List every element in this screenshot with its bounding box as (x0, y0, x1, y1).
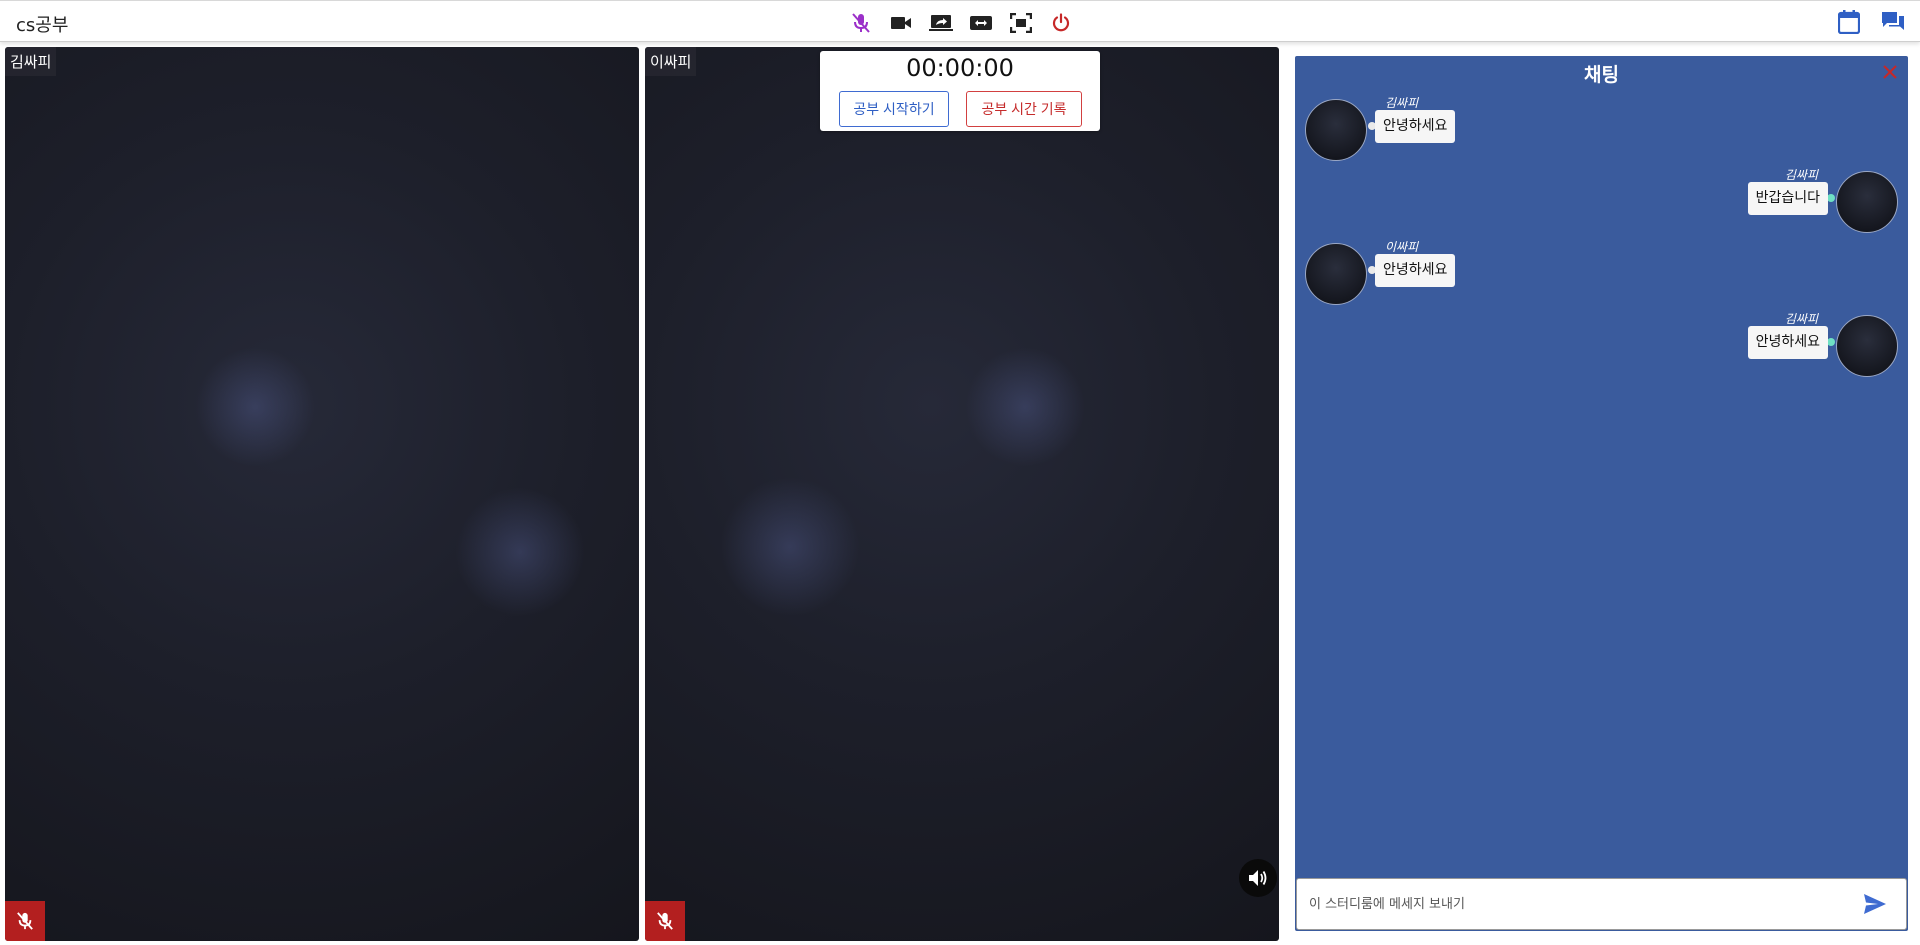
right-tools (1836, 9, 1906, 35)
muted-badge (5, 901, 45, 941)
participant-name: 이싸피 (645, 47, 697, 76)
fullscreen-icon (1009, 13, 1032, 33)
calendar-button[interactable] (1836, 9, 1862, 35)
camera-toggle-button[interactable] (888, 11, 913, 35)
chat-message: 김싸피 반갑습니다 (1598, 166, 1898, 233)
volume-icon (1249, 870, 1267, 886)
volume-button[interactable] (1239, 859, 1277, 897)
screen-share-button[interactable] (928, 11, 953, 35)
chat-panel: 채팅 김싸피 안녕하세요 김싸피 반갑습니다 이싸피 안녕하세요 김싸피 안녕하… (1295, 56, 1908, 931)
mic-toggle-button[interactable] (848, 11, 873, 35)
message-bubble: 반갑습니다 (1747, 182, 1828, 215)
video-light-blob (455, 487, 585, 617)
message-bubble: 안녕하세요 (1747, 326, 1828, 359)
muted-badge (645, 901, 685, 941)
screen-share-icon (928, 15, 953, 31)
send-message-button[interactable] (1862, 892, 1888, 916)
message-pointer (1827, 338, 1835, 346)
room-title: cs공부 (16, 15, 69, 36)
media-toolbar (848, 11, 1073, 35)
message-bubble: 안녕하세요 (1375, 110, 1456, 143)
message-sender: 김싸피 (1784, 312, 1818, 326)
switch-camera-icon (969, 16, 992, 30)
video-tile-1: 김싸피 (5, 47, 639, 941)
chat-icon (1882, 12, 1904, 30)
video-camera-icon (890, 17, 911, 29)
mic-off-icon (851, 13, 870, 33)
send-icon (1864, 894, 1886, 914)
mic-off-icon (657, 912, 673, 930)
chat-input-container (1296, 878, 1907, 930)
calendar-icon (1838, 10, 1860, 34)
message-sender: 김싸피 (1385, 96, 1419, 110)
mic-off-icon (17, 912, 33, 930)
participant-name: 김싸피 (5, 47, 57, 76)
close-icon (1883, 65, 1897, 79)
chat-message-input[interactable] (1309, 879, 1849, 929)
chat-close-button[interactable] (1880, 62, 1900, 82)
video-light-blob (195, 347, 315, 467)
message-sender: 김싸피 (1784, 168, 1818, 182)
message-bubble: 안녕하세요 (1375, 254, 1456, 287)
record-study-time-button[interactable]: 공부 시간 기록 (966, 91, 1082, 127)
avatar (1836, 315, 1898, 377)
message-sender: 이싸피 (1385, 240, 1419, 254)
chat-message: 김싸피 안녕하세요 (1305, 94, 1605, 161)
switch-camera-button[interactable] (968, 11, 993, 35)
message-pointer (1827, 194, 1835, 202)
leave-room-button[interactable] (1048, 11, 1073, 35)
chat-message: 김싸피 안녕하세요 (1598, 310, 1898, 377)
avatar (1305, 243, 1367, 305)
chat-toggle-button[interactable] (1880, 9, 1906, 35)
video-light-blob (720, 477, 860, 617)
avatar (1836, 171, 1898, 233)
timer-display: 00:00:00 (906, 54, 1014, 82)
video-light-blob (965, 347, 1085, 467)
video-tile-2: 이싸피 (645, 47, 1279, 941)
avatar (1305, 99, 1367, 161)
chat-message: 이싸피 안녕하세요 (1305, 238, 1605, 305)
study-timer-card: 00:00:00 공부 시작하기 공부 시간 기록 (820, 51, 1100, 131)
top-bar: cs공부 (0, 0, 1920, 42)
power-icon (1052, 13, 1069, 32)
fullscreen-button[interactable] (1008, 11, 1033, 35)
start-study-button[interactable]: 공부 시작하기 (839, 91, 949, 127)
chat-title: 채팅 (1584, 64, 1619, 86)
